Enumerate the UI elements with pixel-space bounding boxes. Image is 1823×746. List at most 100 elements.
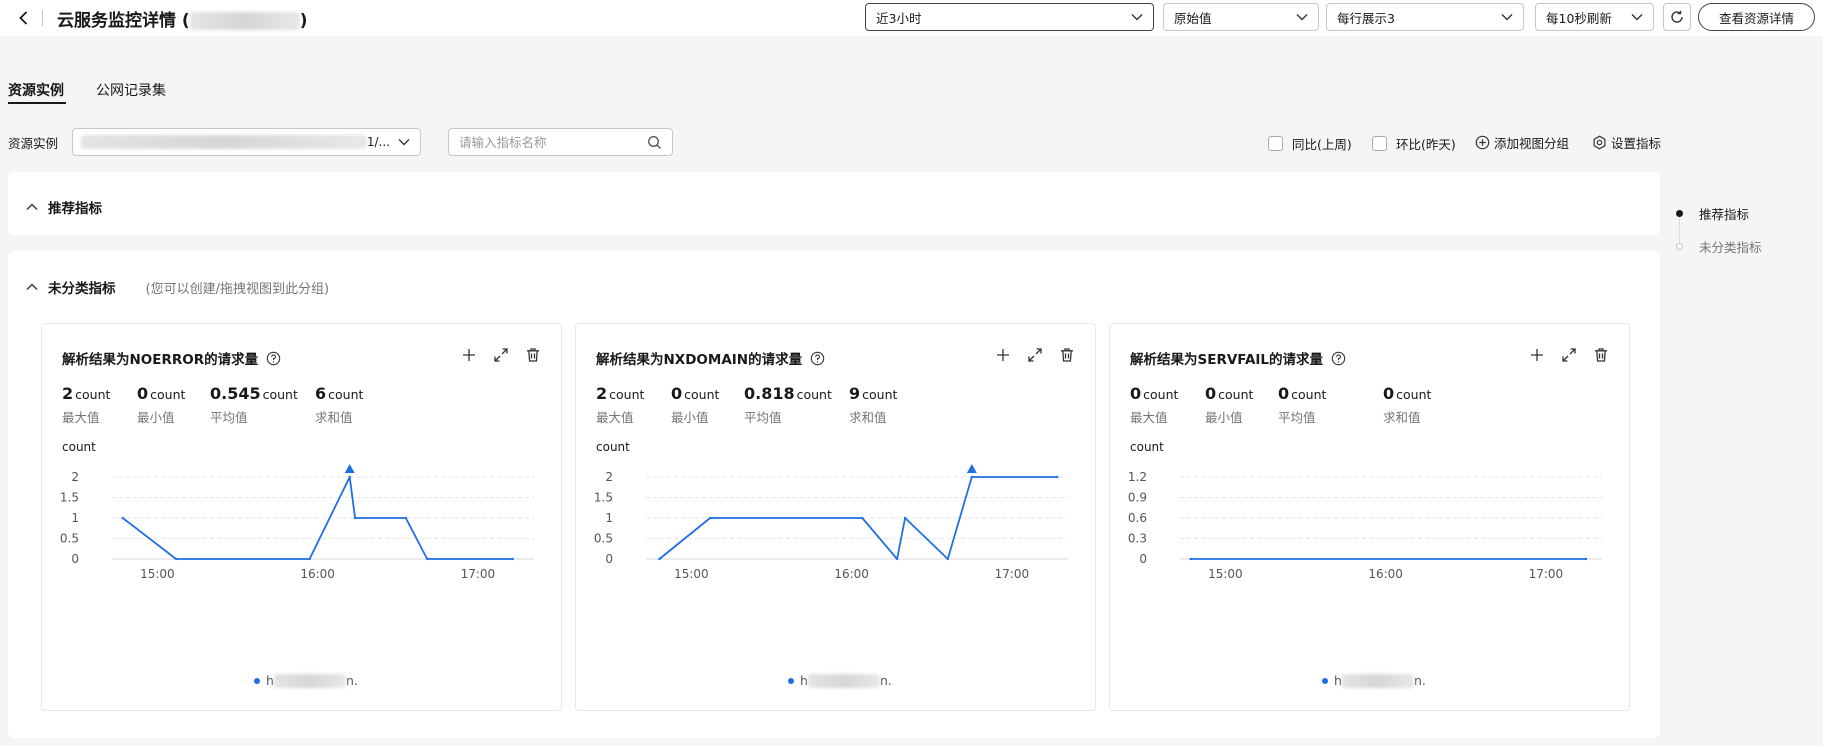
card-toolbar	[1529, 347, 1609, 363]
resource-instance-select[interactable]: 1/...	[72, 128, 421, 156]
stat-item: 0 count 平均值	[1278, 384, 1326, 426]
value-type-select[interactable]: 原始值	[1163, 3, 1319, 31]
stat-item: 0 count 最小值	[137, 384, 185, 426]
add-icon	[997, 349, 1009, 361]
delete-icon	[1061, 348, 1073, 362]
stat-value: 0	[1130, 384, 1142, 403]
card-title-text: 解析结果为SERVFAIL的请求量	[1130, 352, 1324, 368]
back-arrow-icon[interactable]	[14, 8, 34, 28]
stat-value: 2	[596, 384, 608, 403]
stat-value: 0	[671, 384, 683, 403]
time-range-value: 近3小时	[876, 10, 922, 26]
help-icon[interactable]	[1331, 351, 1346, 366]
legend-dot	[1322, 677, 1328, 684]
legend-label-end: n.	[879, 673, 892, 688]
anchor-item-label: 推荐指标	[1699, 207, 1750, 222]
stat-unit: count	[75, 387, 111, 402]
stat-unit: count	[684, 387, 720, 402]
uncategorized-metrics-toggle[interactable]: 未分类指标 (您可以创建/拖拽视图到此分组)	[26, 277, 329, 297]
data-point	[1056, 475, 1059, 479]
data-point	[895, 557, 899, 561]
stat-unit: count	[150, 387, 186, 402]
y-tick-label: 1.2	[1128, 470, 1147, 484]
y-tick-label: 0	[1139, 552, 1147, 566]
expand-button[interactable]	[1027, 347, 1043, 363]
help-icon[interactable]	[810, 351, 825, 366]
delete-button[interactable]	[525, 347, 541, 363]
uncategorized-metrics-hint: (您可以创建/拖拽视图到此分组)	[145, 281, 330, 297]
x-tick-label: 16:00	[1368, 567, 1403, 581]
card-title: 解析结果为NXDOMAIN的请求量	[596, 348, 825, 368]
y-tick-label: 1	[71, 511, 79, 525]
yoy-checkbox-label: 同比(上周)	[1292, 137, 1352, 152]
view-resource-detail-button[interactable]: 查看资源详情	[1698, 3, 1815, 31]
legend-label-start: h	[1334, 673, 1342, 688]
metric-card: 解析结果为NXDOMAIN的请求量 2 count 最大值 0 count 最小值 0.818…	[575, 323, 1096, 711]
redacted-legend-name	[1341, 673, 1414, 688]
stat-item: 0 count 求和值	[1383, 384, 1431, 426]
anchor-item-uncategorized[interactable]: 未分类指标	[1676, 237, 1762, 256]
yoy-checkbox[interactable]: 同比(上周)	[1268, 134, 1352, 153]
redacted-legend-name	[273, 673, 346, 688]
chart-legend[interactable]: h n.	[1322, 673, 1426, 688]
stat-value-line: 0 count	[671, 384, 719, 403]
per-row-select[interactable]: 每行展示3	[1326, 3, 1524, 31]
card-title-text: 解析结果为NXDOMAIN的请求量	[596, 352, 803, 368]
delete-button[interactable]	[1059, 347, 1075, 363]
checkbox-square	[1372, 136, 1387, 151]
stat-value-line: 2 count	[62, 384, 110, 403]
anchor-item-recommended[interactable]: 推荐指标	[1676, 204, 1749, 223]
stat-value: 0.545	[210, 384, 261, 403]
gear-icon	[1593, 135, 1606, 150]
active-tab-indicator	[8, 102, 66, 104]
max-value-marker	[344, 464, 355, 473]
stat-value: 2	[62, 384, 74, 403]
time-range-select[interactable]: 近3小时	[865, 3, 1154, 31]
data-point	[1584, 557, 1588, 561]
stat-value-line: 9 count	[849, 384, 897, 403]
recommended-metrics-toggle[interactable]: 推荐指标	[26, 197, 102, 217]
chart-legend[interactable]: h n.	[788, 673, 892, 688]
stat-label: 最小值	[1205, 410, 1243, 425]
refresh-button[interactable]	[1663, 3, 1691, 31]
help-icon[interactable]	[266, 351, 281, 366]
refresh-interval-select[interactable]: 每10秒刷新	[1535, 3, 1654, 31]
y-tick-label: 0.3	[1128, 532, 1147, 546]
card-title: 解析结果为SERVFAIL的请求量	[1130, 348, 1346, 368]
value-type-value: 原始值	[1174, 10, 1212, 26]
y-tick-label: 0	[71, 552, 79, 566]
mom-checkbox[interactable]: 环比(昨天)	[1372, 134, 1456, 153]
x-tick-label: 16:00	[300, 567, 335, 581]
y-tick-label: 0.5	[594, 532, 613, 546]
line-chart: 0 0.5 1 1.5 2 15:00 16:00 17:00	[594, 464, 1068, 581]
add-button[interactable]	[995, 347, 1011, 363]
add-view-group-button[interactable]: 添加视图分组	[1475, 133, 1569, 152]
resource-instance-label: 资源实例	[8, 136, 59, 151]
recommended-metrics-title: 推荐指标	[48, 201, 102, 217]
add-button[interactable]	[1529, 347, 1545, 363]
tab-resource-instance[interactable]: 资源实例	[8, 80, 64, 100]
page-title-suffix: )	[299, 11, 308, 31]
anchor-item-label: 未分类指标	[1699, 240, 1762, 255]
stat-item: 6 count 求和值	[315, 384, 363, 426]
recommended-metrics-panel	[8, 172, 1660, 235]
stat-value: 0	[1205, 384, 1217, 403]
delete-button[interactable]	[1593, 347, 1609, 363]
expand-button[interactable]	[493, 347, 509, 363]
metric-search-input[interactable]	[459, 134, 639, 150]
add-icon	[463, 349, 475, 361]
add-view-group-label: 添加视图分组	[1494, 136, 1570, 151]
stat-unit: count	[1143, 387, 1179, 402]
expand-button[interactable]	[1561, 347, 1577, 363]
data-point	[511, 557, 514, 561]
add-button[interactable]	[461, 347, 477, 363]
search-icon[interactable]	[647, 135, 662, 150]
metric-settings-button[interactable]: 设置指标	[1592, 133, 1661, 152]
chart-legend[interactable]: h n.	[254, 673, 358, 688]
tab-public-record-set[interactable]: 公网记录集	[96, 80, 166, 100]
stat-item: 9 count 求和值	[849, 384, 897, 426]
stat-label: 最大值	[596, 410, 634, 425]
y-tick-label: 2	[71, 470, 79, 484]
y-tick-label: 1.5	[60, 491, 79, 505]
data-point	[708, 516, 712, 520]
